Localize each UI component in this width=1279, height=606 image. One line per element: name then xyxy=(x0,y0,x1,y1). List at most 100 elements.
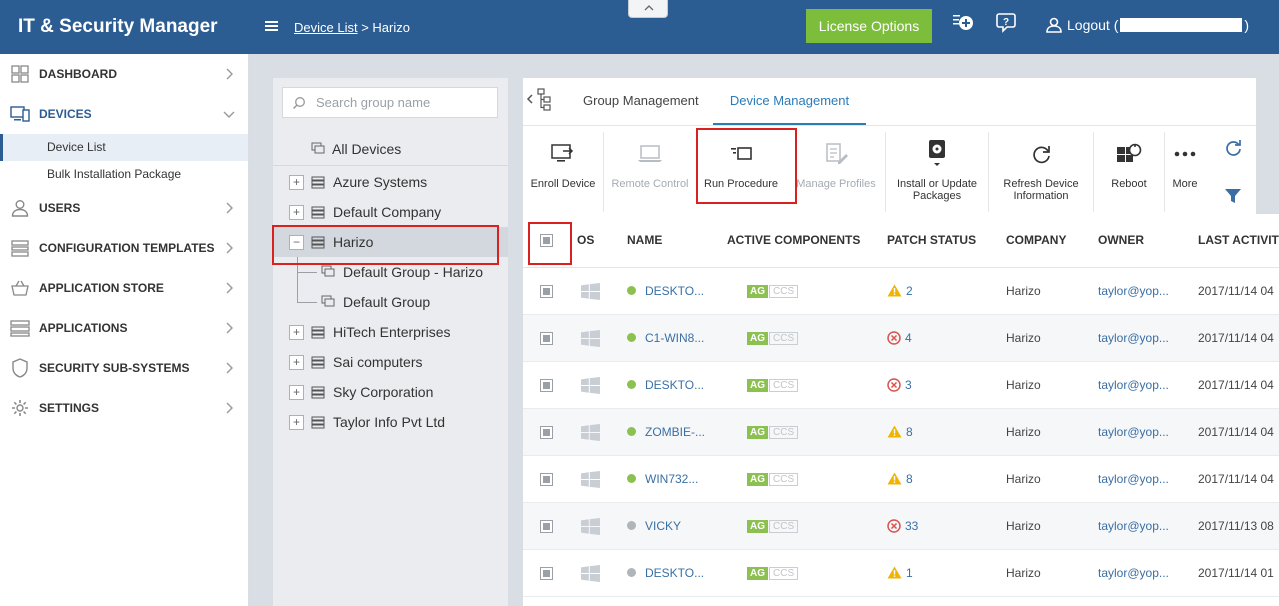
refresh-device-label-line1: Refresh Device xyxy=(1003,178,1079,190)
sidebar-item-settings[interactable]: SETTINGS xyxy=(0,388,248,428)
device-name-link[interactable]: VICKY xyxy=(627,503,681,549)
table-row[interactable]: VICKY AG CCS 33 Harizo taylor@yop... 2017/11/1… xyxy=(523,503,1279,550)
breadcrumb: Device List > Harizo xyxy=(294,20,410,35)
more-actions-button[interactable]: More xyxy=(1165,126,1205,214)
remote-control-label: Remote Control xyxy=(611,178,689,190)
reboot-button[interactable]: Reboot xyxy=(1097,126,1161,214)
patch-status-link[interactable]: 3 xyxy=(887,362,912,408)
device-name-link[interactable]: DESKTO... xyxy=(627,362,704,408)
column-header-patch-status[interactable]: PATCH STATUS xyxy=(887,214,976,266)
tree-group-azure-systems[interactable]: + Azure Systems xyxy=(273,167,508,197)
collapse-header-tab[interactable] xyxy=(628,0,668,18)
enroll-device-button[interactable]: Enroll Device xyxy=(527,126,599,214)
sidebar-subitem-device-list[interactable]: Device List xyxy=(0,134,248,161)
table-row[interactable]: DESKTO... AG CCS 3 Harizo taylor@yop... 2017/1… xyxy=(523,362,1279,409)
expand-toggle[interactable]: + xyxy=(289,324,304,340)
row-checkbox[interactable] xyxy=(540,473,553,486)
patch-status-link[interactable]: 4 xyxy=(887,315,912,361)
column-header-name[interactable]: NAME xyxy=(627,214,662,266)
row-checkbox[interactable] xyxy=(540,426,553,439)
column-header-owner[interactable]: OWNER xyxy=(1098,214,1144,266)
owner-link[interactable]: taylor@yop... xyxy=(1098,409,1169,455)
column-header-last-activity[interactable]: LAST ACTIVITY xyxy=(1198,214,1279,266)
column-header-company[interactable]: COMPANY xyxy=(1006,214,1066,266)
row-checkbox[interactable] xyxy=(540,379,553,392)
patch-status-link[interactable]: 33 xyxy=(887,503,918,549)
refresh-device-information-button[interactable]: Refresh Device Information xyxy=(993,126,1089,214)
table-row[interactable]: DESKTO... AG CCS 1 Harizo taylor@yop... 2017/1… xyxy=(523,550,1279,597)
expand-toggle[interactable]: + xyxy=(289,204,304,220)
sidebar-item-applications[interactable]: APPLICATIONS xyxy=(0,308,248,348)
logout-link[interactable]: Logout ( ) xyxy=(1045,16,1249,34)
owner-link[interactable]: taylor@yop... xyxy=(1098,268,1169,314)
filter-button[interactable] xyxy=(1221,184,1245,208)
sidebar-item-security-sub-systems[interactable]: SECURITY SUB-SYSTEMS xyxy=(0,348,248,388)
expand-toggle[interactable]: + xyxy=(289,384,304,400)
tab-device-management[interactable]: Device Management xyxy=(713,78,866,125)
tree-group-sky-corporation[interactable]: + Sky Corporation xyxy=(273,377,508,407)
tree-group-label: Sai computers xyxy=(333,354,423,370)
select-all-checkbox[interactable] xyxy=(540,234,553,247)
owner-link[interactable]: taylor@yop... xyxy=(1098,456,1169,502)
collapse-toggle[interactable]: − xyxy=(289,234,304,250)
group-search-box[interactable] xyxy=(282,87,498,118)
table-row[interactable]: C1-WIN8... AG CCS 4 Harizo taylor@yop... 2017/… xyxy=(523,315,1279,362)
expand-toggle[interactable]: + xyxy=(289,354,304,370)
device-name-link[interactable]: ZOMBIE-... xyxy=(627,409,705,455)
reload-list-button[interactable] xyxy=(1221,136,1245,160)
device-name-link[interactable]: C1-WIN8... xyxy=(627,315,704,361)
sidebar-item-label: SECURITY SUB-SYSTEMS xyxy=(39,361,190,375)
tree-group-harizo[interactable]: − Harizo xyxy=(273,227,508,257)
row-checkbox[interactable] xyxy=(540,520,553,533)
row-checkbox[interactable] xyxy=(540,332,553,345)
table-row[interactable]: WIN732... AG CCS 8 Harizo taylor@yop... 2017/1… xyxy=(523,456,1279,503)
patch-status-link[interactable]: 8 xyxy=(887,409,913,455)
sidebar-item-dashboard[interactable]: DASHBOARD xyxy=(0,54,248,94)
all-devices-item[interactable]: All Devices xyxy=(273,132,508,166)
tree-group-sai-computers[interactable]: + Sai computers xyxy=(273,347,508,377)
tree-group-hitech-enterprises[interactable]: + HiTech Enterprises xyxy=(273,317,508,347)
patch-status-link[interactable]: 2 xyxy=(887,268,913,314)
help-icon[interactable]: ? xyxy=(995,11,1017,33)
patch-status-link[interactable]: 8 xyxy=(887,456,913,502)
tree-group-label: Default Company xyxy=(333,204,442,220)
device-name-link[interactable]: DESKTO... xyxy=(627,268,704,314)
install-update-packages-button[interactable]: Install or Update Packages xyxy=(889,126,985,214)
manage-profiles-button[interactable]: Manage Profiles xyxy=(791,126,881,214)
owner-link[interactable]: taylor@yop... xyxy=(1098,503,1169,549)
sidebar-item-devices[interactable]: DEVICES xyxy=(0,94,248,134)
run-procedure-button[interactable]: Run Procedure xyxy=(699,126,783,214)
toggle-group-tree-icon[interactable] xyxy=(525,86,555,114)
owner-link[interactable]: taylor@yop... xyxy=(1098,362,1169,408)
tree-group-default-company[interactable]: + Default Company xyxy=(273,197,508,227)
tree-subgroup-default-group[interactable]: Default Group xyxy=(273,287,430,317)
row-checkbox[interactable] xyxy=(540,285,553,298)
patch-status-link[interactable]: 1 xyxy=(887,550,913,596)
breadcrumb-device-list-link[interactable]: Device List xyxy=(294,20,358,35)
sidebar-item-configuration-templates[interactable]: CONFIGURATION TEMPLATES xyxy=(0,228,248,268)
license-options-button[interactable]: License Options xyxy=(806,9,932,43)
column-header-os[interactable]: OS xyxy=(577,214,594,266)
sidebar-item-application-store[interactable]: APPLICATION STORE xyxy=(0,268,248,308)
table-row[interactable]: ZOMBIE-... AG CCS 8 Harizo taylor@yop... 2017/… xyxy=(523,409,1279,456)
sidebar-subitem-bulk-installation-package[interactable]: Bulk Installation Package xyxy=(0,161,248,188)
expand-toggle[interactable]: + xyxy=(289,174,304,190)
tree-subgroup-default-group-harizo[interactable]: Default Group - Harizo xyxy=(273,257,483,287)
device-name-link[interactable]: DESKTO... xyxy=(627,550,704,596)
expand-toggle[interactable]: + xyxy=(289,414,304,430)
tab-group-management[interactable]: Group Management xyxy=(583,78,699,125)
remote-control-button[interactable]: Remote Control xyxy=(607,126,693,214)
hamburger-menu-icon[interactable] xyxy=(265,20,278,32)
column-header-active-components[interactable]: ACTIVE COMPONENTS xyxy=(727,214,860,266)
last-activity-cell: 2017/11/14 04 xyxy=(1198,378,1274,392)
group-search-input[interactable] xyxy=(316,95,486,110)
add-notification-icon[interactable] xyxy=(952,11,974,33)
tree-group-taylor-info-pvt-ltd[interactable]: + Taylor Info Pvt Ltd xyxy=(273,407,508,437)
sidebar-item-users[interactable]: USERS xyxy=(0,188,248,228)
svg-text:?: ? xyxy=(1003,17,1009,28)
row-checkbox[interactable] xyxy=(540,567,553,580)
device-name-link[interactable]: WIN732... xyxy=(627,456,698,502)
table-row[interactable]: DESKTO... AG CCS 2 Harizo taylor@yop... 2017/1… xyxy=(523,268,1279,315)
owner-link[interactable]: taylor@yop... xyxy=(1098,550,1169,596)
owner-link[interactable]: taylor@yop... xyxy=(1098,315,1169,361)
